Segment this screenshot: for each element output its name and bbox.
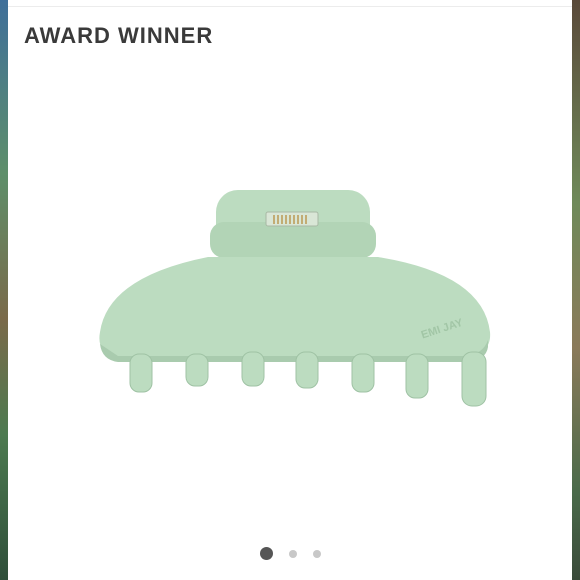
hair-claw-clip-image: EMI JAY: [99, 190, 491, 407]
product-image-card[interactable]: AWARD WINNER EMI JAY: [8, 6, 572, 574]
clip-body: [99, 257, 491, 356]
award-badge: AWARD WINNER: [24, 23, 214, 48]
carousel-dot-2[interactable]: [288, 549, 297, 558]
background-photo-right-edge: [572, 0, 580, 580]
carousel-dot-1[interactable]: [259, 547, 273, 560]
carousel-dot-3[interactable]: [312, 549, 321, 558]
carousel-pagination: [8, 547, 572, 560]
clip-top-lip: [210, 222, 376, 258]
background-photo-left-edge: [0, 0, 8, 580]
